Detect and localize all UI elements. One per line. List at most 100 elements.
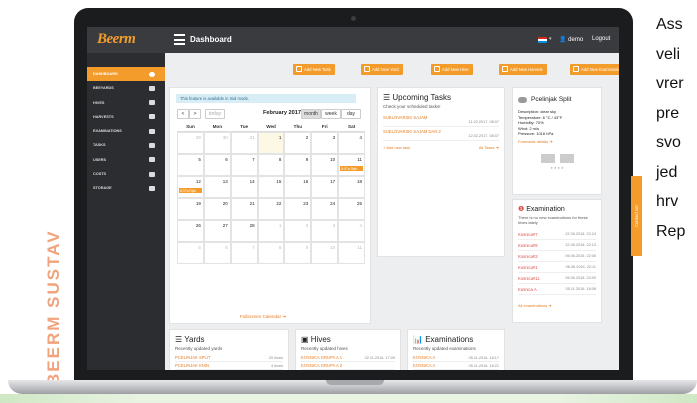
fullscreen-calendar-link[interactable]: Fullscreen Calendar ➔ — [240, 314, 286, 320]
quick-action-button-3[interactable]: Add New Hive — [431, 64, 473, 75]
calendar-day-cell[interactable]: 10 — [311, 242, 339, 264]
calendar-event[interactable]: 8:07a Rjsh — [340, 166, 364, 171]
logout-link[interactable]: Logout — [592, 36, 610, 42]
all-tasks-link[interactable]: All Tasks ➔ — [479, 145, 499, 150]
calendar-day-cell[interactable]: 5 — [177, 154, 204, 176]
calendar-day-cell[interactable]: 27 — [203, 220, 231, 242]
calendar-day-cell[interactable]: 4 — [338, 132, 366, 154]
calendar-day-cell[interactable]: 28 — [230, 220, 258, 242]
list-item[interactable]: KOSNICA GRUPA A 1 02.11.2016. 17:09 — [301, 354, 395, 362]
view-day-button[interactable]: day — [341, 109, 361, 119]
app-logo[interactable]: Beerm — [97, 31, 136, 48]
side-caption: BEERM SUSTAV — [44, 229, 63, 386]
quick-action-button-2[interactable]: Add New Yard — [361, 64, 403, 75]
examination-row[interactable]: Kosnica#1 06.06.2016. 22:11 — [518, 262, 596, 273]
calendar-day-cell[interactable]: 4 — [338, 220, 366, 242]
calendar-day-cell[interactable]: 17 — [311, 176, 339, 198]
calendar-day-cell[interactable]: 9 — [284, 154, 312, 176]
calendar-day-cell[interactable]: 12 8:07a Rjsh — [177, 176, 204, 198]
sidebar-item-label: HARVESTS — [93, 114, 114, 119]
sidebar-item-examinations[interactable]: EXAMINATIONS — [87, 124, 165, 138]
calendar-day-cell[interactable]: 9 — [284, 242, 312, 264]
sidebar-item-storage[interactable]: STORAGE — [87, 181, 165, 195]
examination-row[interactable]: Kosnica#9 22.06.2016. 22:13 — [518, 240, 596, 251]
calendar-day-cell[interactable]: 10 — [311, 154, 339, 176]
calendar-day-cell[interactable]: 7 — [230, 154, 258, 176]
user-menu[interactable]: 👤 demo — [559, 36, 583, 43]
day-number: 3 — [332, 223, 336, 228]
calendar-day-cell[interactable]: 15 — [257, 176, 285, 198]
calendar-day-cell[interactable]: 30 — [203, 132, 231, 154]
sidebar-item-tasks[interactable]: TASKS — [87, 138, 165, 152]
sidebar-item-hives[interactable]: HIVES — [87, 96, 165, 110]
quick-action-button-1[interactable]: Add New Task — [293, 64, 335, 75]
calendar-day-cell[interactable]: 23 — [284, 198, 312, 220]
right-text-fragments: Ass veli vrer pre svo jed hrv Rep — [656, 10, 697, 246]
task-row[interactable]: SUELOVARSKI SAJAM DAN 2 12.02.2017. 08:07 — [383, 127, 499, 141]
calendar-day-cell[interactable]: 31 — [230, 132, 258, 154]
examination-row[interactable]: Kosnica#11 06.06.2016. 22:09 — [518, 273, 596, 284]
calendar-day-cell[interactable]: 18 — [338, 176, 366, 198]
list-item[interactable]: KOSNICA A 05.11.2016. 18:21 — [413, 362, 499, 370]
calendar-day-cell[interactable]: 8 — [257, 242, 285, 264]
task-row[interactable]: SUELOVARSKI SAJAM 11.02.2017. 08:07 — [383, 113, 499, 127]
sidebar-item-costs[interactable]: COSTS — [87, 167, 165, 181]
carousel-dots[interactable]: ● ● ● ● — [518, 165, 596, 170]
examination-row[interactable]: Kosnica A 05.11.2016. 18:08 — [518, 284, 596, 295]
calendar-day-cell[interactable]: 11 — [338, 242, 366, 264]
list-item[interactable]: PCELINJAK KNIN 4 hives — [175, 362, 283, 370]
calendar-day-cell[interactable]: 13 — [203, 176, 231, 198]
calendar-next-button[interactable]: > — [189, 109, 201, 119]
list-item[interactable]: PCELINJAK SPLIT 20 hives — [175, 354, 283, 362]
chevron-down-icon[interactable]: ▾ — [549, 36, 552, 42]
view-month-button[interactable]: month — [301, 109, 321, 119]
calendar-day-cell[interactable]: 29 — [177, 132, 204, 154]
menu-toggle-icon[interactable] — [174, 34, 185, 45]
view-week-button[interactable]: week — [321, 109, 341, 119]
calendar-day-cell[interactable]: 16 — [284, 176, 312, 198]
contact-us-tab[interactable]: Contact us! — [631, 176, 642, 256]
add-task-link[interactable]: + Add new task — [383, 145, 410, 150]
sidebar-item-users[interactable]: USERS — [87, 153, 165, 167]
calendar-day-cell[interactable]: 20 — [203, 198, 231, 220]
sidebar-item-harvests[interactable]: HARVESTS — [87, 110, 165, 124]
calendar-prev-button[interactable]: < — [177, 109, 189, 119]
calendar-day-cell[interactable]: 21 — [230, 198, 258, 220]
calendar-day-cell[interactable]: 11 8:07a Rjsh — [338, 154, 366, 176]
upcoming-tasks-panel: ☰ Upcoming Tasks Check your scheduled ta… — [377, 87, 505, 257]
quick-action-button-4[interactable]: Add New Harvest — [499, 64, 547, 75]
day-number: 4 — [359, 223, 363, 228]
all-examinations-link[interactable]: All examinations ➔ — [518, 303, 596, 308]
calendar-day-cell[interactable]: 3 — [311, 220, 339, 242]
calendar-day-cell[interactable]: 22 — [257, 198, 285, 220]
calendar-day-cell[interactable]: 1 — [257, 220, 285, 242]
list-item[interactable]: KOSNICA A 05.11.2016. 18:17 — [413, 354, 499, 362]
calendar-today-button[interactable]: today — [205, 109, 225, 119]
calendar-event[interactable]: 8:07a Rjsh — [179, 188, 202, 193]
calendar-day-cell[interactable]: 8 — [257, 154, 285, 176]
day-number: 9 — [305, 245, 309, 250]
calendar-day-cell[interactable]: 24 — [311, 198, 339, 220]
calendar-day-cell[interactable]: 1 — [257, 132, 285, 154]
calendar-day-cell[interactable]: 2 — [284, 220, 312, 242]
calendar-day-cell[interactable]: 14 — [230, 176, 258, 198]
list-item[interactable]: KOSNICA GRUPA A 2 — [301, 362, 395, 370]
language-flag-icon[interactable] — [538, 37, 547, 43]
examination-row[interactable]: Kosnica#3 06.06.2016. 22:06 — [518, 251, 596, 262]
examination-row[interactable]: Kosnica#7 22.06.2016. 22:24 — [518, 229, 596, 240]
quick-action-button-5[interactable]: Add New Examination — [570, 64, 619, 75]
calendar-day-cell[interactable]: 3 — [311, 132, 339, 154]
calendar-day-cell[interactable]: 2 — [284, 132, 312, 154]
sidebar-item-beeyards[interactable]: BEEYARDS — [87, 81, 165, 95]
calendar-day-cell[interactable]: 19 — [177, 198, 204, 220]
calendar-day-cell[interactable]: 25 — [338, 198, 366, 220]
calendar-day-cell[interactable]: 7 — [230, 242, 258, 264]
sidebar-item-dashboard[interactable]: DASHBOARD — [87, 67, 165, 82]
calendar-day-cell[interactable]: 5 — [177, 242, 204, 264]
calendar-day-cell[interactable]: 26 — [177, 220, 204, 242]
forecast-link[interactable]: Forecasts details ➔ — [518, 139, 596, 144]
sidebar-item-label: STORAGE — [93, 186, 112, 191]
calendar-day-cell[interactable]: 6 — [203, 242, 231, 264]
examination-date: 22.06.2016. 22:24 — [565, 232, 596, 236]
calendar-day-cell[interactable]: 6 — [203, 154, 231, 176]
